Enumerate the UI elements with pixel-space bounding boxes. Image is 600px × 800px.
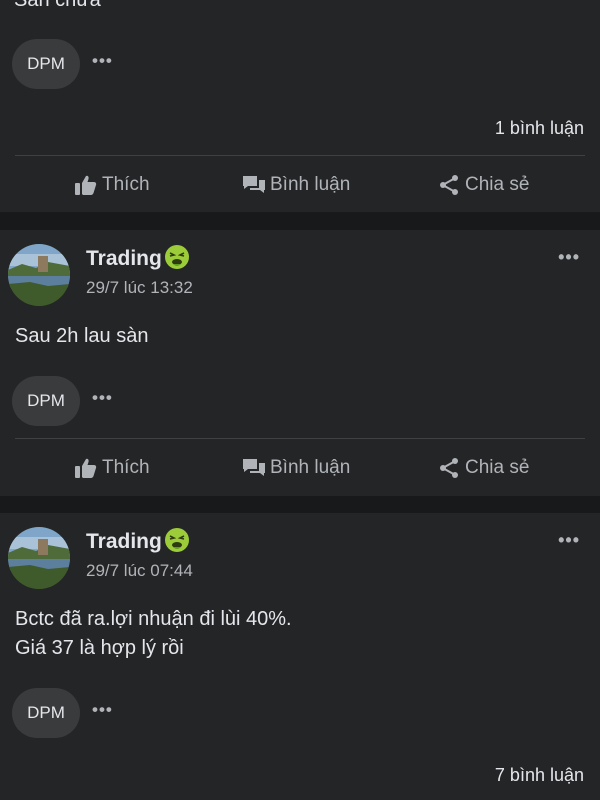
post-card: Trading 29/7 lúc 13:32 ••• Sau 2h lau sà…: [0, 230, 600, 496]
avatar-image: [8, 244, 70, 306]
tag-row: DPM •••: [12, 688, 113, 738]
post-card-top: Sàn chưa DPM ••• 1 bình luận Thích Bình …: [0, 0, 600, 212]
share-button[interactable]: Chia sẻ: [437, 440, 529, 496]
more-tags-icon[interactable]: •••: [92, 388, 113, 408]
more-tags-icon[interactable]: •••: [92, 51, 113, 71]
post-text: Sàn chưa: [14, 0, 101, 11]
share-icon: [440, 175, 458, 195]
tag-row: DPM •••: [12, 39, 113, 89]
avatar[interactable]: [8, 527, 70, 589]
stock-tag[interactable]: DPM: [12, 39, 80, 89]
like-label: Thích: [102, 174, 150, 195]
avatar[interactable]: [8, 244, 70, 306]
post-timestamp[interactable]: 29/7 lúc 07:44: [86, 561, 193, 581]
action-bar: Thích Bình luận Chia sẻ: [0, 440, 600, 496]
action-bar: Thích Bình luận Chia sẻ: [0, 157, 600, 213]
divider: [15, 438, 585, 439]
more-options-icon[interactable]: •••: [558, 531, 580, 549]
like-button[interactable]: Thích: [74, 157, 150, 213]
comment-label: Bình luận: [270, 457, 351, 478]
nauseated-face-icon: [164, 528, 189, 552]
thumbs-up-icon: [75, 175, 97, 195]
author-label: Trading: [86, 530, 162, 553]
share-icon: [440, 458, 458, 478]
share-label: Chia sẻ: [465, 174, 530, 195]
share-label: Chia sẻ: [465, 457, 530, 478]
nauseated-face-icon: [164, 245, 189, 269]
divider: [15, 155, 585, 156]
post-text: Sau 2h lau sàn: [15, 325, 149, 347]
stock-tag[interactable]: DPM: [12, 688, 80, 738]
comment-label: Bình luận: [270, 174, 351, 195]
share-button[interactable]: Chia sẻ: [437, 157, 529, 213]
chat-bubbles-icon: [243, 459, 265, 476]
stock-tag[interactable]: DPM: [12, 376, 80, 426]
more-options-icon[interactable]: •••: [558, 248, 580, 266]
avatar-image: [8, 527, 70, 589]
thumbs-up-icon: [75, 458, 97, 478]
comment-button[interactable]: Bình luận: [242, 440, 350, 496]
comment-count[interactable]: 7 bình luận: [495, 765, 584, 786]
like-label: Thích: [102, 457, 150, 478]
post-text: Bctc đã ra.lợi nhuận đi lùi 40%. Giá 37 …: [15, 608, 292, 659]
more-tags-icon[interactable]: •••: [92, 700, 113, 720]
post-card: Trading 29/7 lúc 07:44 ••• Bctc đã ra.lợ…: [0, 513, 600, 800]
post-timestamp[interactable]: 29/7 lúc 13:32: [86, 278, 193, 298]
post-header: Trading 29/7 lúc 13:32 •••: [0, 230, 600, 320]
comment-button[interactable]: Bình luận: [242, 157, 350, 213]
post-header: Trading 29/7 lúc 07:44 •••: [0, 513, 600, 603]
author-name[interactable]: Trading: [86, 245, 190, 272]
comment-count[interactable]: 1 bình luận: [495, 118, 584, 139]
like-button[interactable]: Thích: [74, 440, 150, 496]
author-label: Trading: [86, 247, 162, 270]
author-name[interactable]: Trading: [86, 528, 190, 555]
chat-bubbles-icon: [243, 176, 265, 193]
tag-row: DPM •••: [12, 376, 113, 426]
